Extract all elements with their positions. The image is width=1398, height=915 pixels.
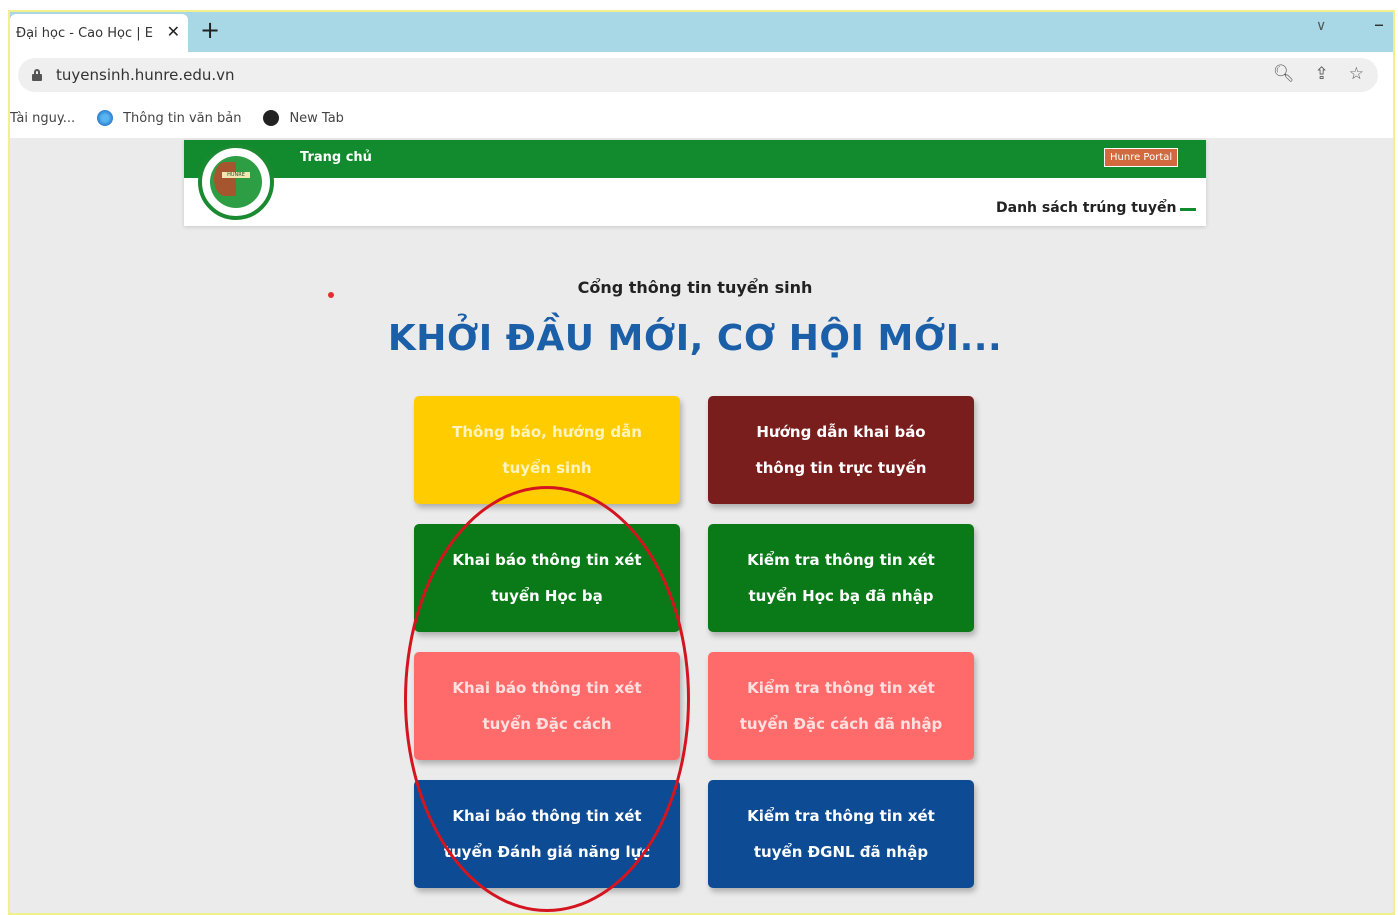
new-tab-button[interactable]: + xyxy=(200,16,220,44)
bookmark-item[interactable]: New Tab xyxy=(263,110,344,126)
logo-text: HUNRE xyxy=(222,172,250,178)
address-bar[interactable]: tuyensinh.hunre.edu.vn 🔍︎ ⇪ ☆ xyxy=(18,58,1378,92)
bookmark-label: New Tab xyxy=(289,110,344,126)
card-check-special[interactable]: Kiểm tra thông tin xét tuyển Đặc cách đã… xyxy=(708,652,974,760)
card-declare-transcript[interactable]: Khai báo thông tin xét tuyển Học bạ xyxy=(414,524,680,632)
tab-title: Đại học - Cao Học | E xyxy=(16,25,153,41)
zoom-icon[interactable]: 🔍︎ xyxy=(1273,64,1295,84)
browser-window: Đại học - Cao Học | E ✕ + ∨ – tuyensinh.… xyxy=(8,10,1395,915)
bookmark-item[interactable]: Tài nguy... xyxy=(10,111,75,126)
browser-toolbar: tuyensinh.hunre.edu.vn 🔍︎ ⇪ ☆ xyxy=(10,52,1393,98)
page-slogan: KHỞI ĐẦU MỚI, CƠ HỘI MỚI... xyxy=(387,318,1003,359)
portal-subtitle: Cổng thông tin tuyển sinh xyxy=(577,278,813,297)
chevron-down-icon[interactable]: ∨ xyxy=(1316,18,1326,34)
card-online-declaration-guide[interactable]: Hướng dẫn khai báo thông tin trực tuyến xyxy=(708,396,974,504)
card-declare-special[interactable]: Khai báo thông tin xét tuyển Đặc cách xyxy=(414,652,680,760)
bookmark-label: Tài nguy... xyxy=(10,110,76,126)
university-logo[interactable]: HUNRE xyxy=(198,144,274,220)
minimize-icon[interactable]: – xyxy=(1374,12,1384,36)
top-nav-bar: Trang chủ Hunre Portal xyxy=(184,140,1206,178)
nav-home-link[interactable]: Trang chủ xyxy=(300,150,372,165)
share-icon[interactable]: ⇪ xyxy=(1315,64,1329,84)
card-check-transcript[interactable]: Kiểm tra thông tin xét tuyển Học bạ đã n… xyxy=(708,524,974,632)
card-declare-competency[interactable]: Khai báo thông tin xét tuyển Đánh giá nă… xyxy=(414,780,680,888)
star-icon[interactable]: ☆ xyxy=(1349,64,1364,84)
blue-globe-icon xyxy=(97,110,114,126)
url-text[interactable]: tuyensinh.hunre.edu.vn xyxy=(56,66,235,84)
card-announcements[interactable]: Thông báo, hướng dẫn tuyển sinh xyxy=(414,396,680,504)
tab-active[interactable]: Đại học - Cao Học | E ✕ xyxy=(10,14,188,52)
bookmark-item[interactable]: Thông tin văn bản xyxy=(97,110,241,126)
globe-icon xyxy=(263,110,280,126)
menu-dash-icon[interactable] xyxy=(1180,208,1196,211)
tab-bar: Đại học - Cao Học | E ✕ + ∨ – xyxy=(10,12,1393,52)
close-icon[interactable]: ✕ xyxy=(167,22,180,41)
bookmark-label: Thông tin văn bản xyxy=(123,110,242,126)
bookmarks-bar: Tài nguy... Thông tin văn bản New Tab xyxy=(10,98,1393,138)
hunre-portal-button[interactable]: Hunre Portal xyxy=(1104,148,1179,167)
site-header: Trang chủ Hunre Portal HUNRE Danh sách t… xyxy=(184,140,1206,226)
admitted-list-link[interactable]: Danh sách trúng tuyển xyxy=(996,200,1176,216)
omnibox-actions: 🔍︎ ⇪ ☆ xyxy=(1273,64,1364,84)
lock-icon[interactable] xyxy=(32,69,42,81)
card-check-competency[interactable]: Kiểm tra thông tin xét tuyển ĐGNL đã nhậ… xyxy=(708,780,974,888)
